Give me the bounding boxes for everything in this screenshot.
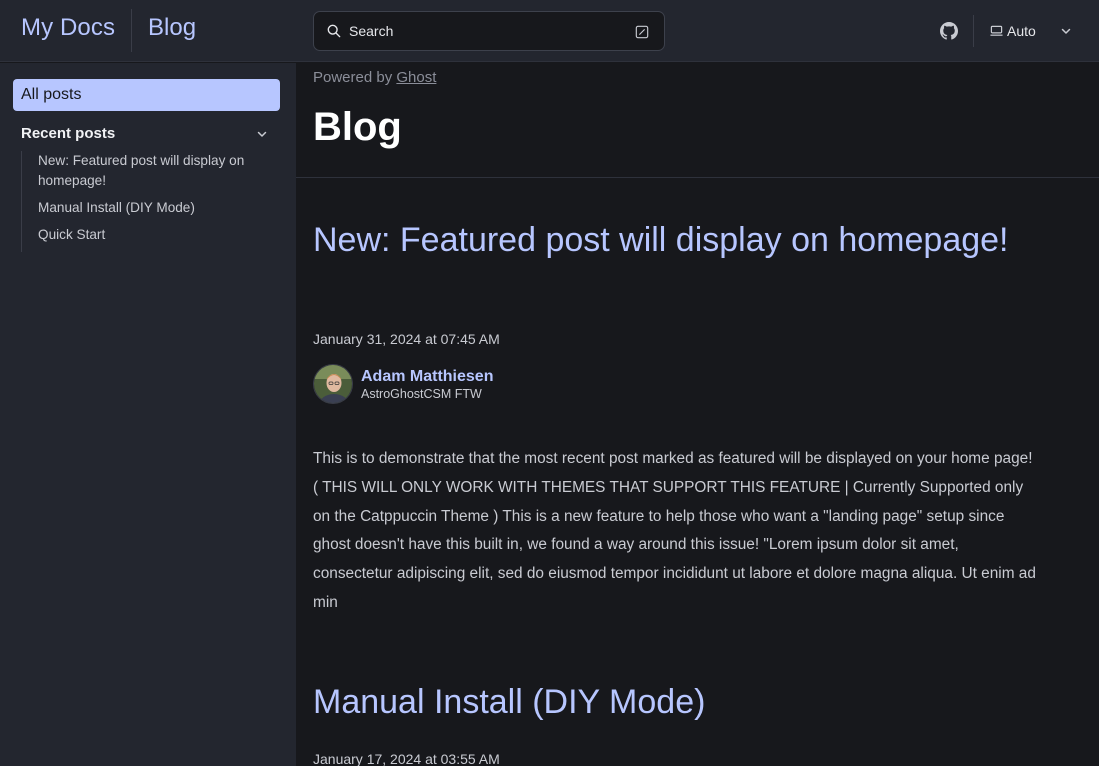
blog-link[interactable]: Blog [148, 14, 196, 42]
theme-select-value: Auto [1007, 23, 1036, 39]
recent-posts-heading: Recent posts [21, 125, 116, 142]
ghost-link[interactable]: Ghost [396, 69, 436, 86]
author-bio: AstroGhostCSM FTW [361, 387, 482, 401]
theme-select[interactable]: Auto [990, 19, 1080, 43]
header-divider [973, 15, 974, 47]
title-divider [296, 177, 1099, 178]
chevron-down-icon [1061, 28, 1071, 34]
site-title-link[interactable]: My Docs [21, 14, 115, 42]
header-divider [131, 9, 132, 52]
sidebar-item-featured-post[interactable]: New: Featured post will display on homep… [22, 151, 276, 191]
main-content: Powered by Ghost Blog New: Featured post… [296, 63, 1099, 766]
avatar [313, 364, 353, 404]
post-date: January 17, 2024 at 03:55 AM [313, 751, 500, 766]
monitor-icon [990, 25, 1003, 36]
search-button[interactable]: Search [313, 11, 665, 51]
powered-by: Powered by Ghost [313, 69, 436, 86]
recent-posts-list: New: Featured post will display on homep… [21, 151, 276, 252]
top-header: My Docs Blog Search Auto [0, 0, 1099, 62]
sidebar: All posts Recent posts New: Featured pos… [0, 63, 296, 766]
post-date: January 31, 2024 at 07:45 AM [313, 331, 500, 347]
sidebar-item-all-posts[interactable]: All posts [13, 79, 280, 111]
post-title-link[interactable]: Manual Install (DIY Mode) [313, 682, 1033, 723]
sidebar-item-label: All posts [21, 86, 82, 103]
search-label: Search [349, 23, 394, 39]
post-title-link[interactable]: New: Featured post will display on homep… [313, 220, 1033, 261]
chevron-down-icon [257, 131, 267, 137]
post-excerpt: This is to demonstrate that the most rec… [313, 450, 1036, 611]
page-title: Blog [313, 105, 402, 149]
sidebar-item-quick-start[interactable]: Quick Start [22, 225, 276, 245]
author-card[interactable]: Adam Matthiesen AstroGhostCSM FTW [313, 364, 613, 404]
kbd-slash-icon [635, 25, 649, 39]
sidebar-item-manual-install[interactable]: Manual Install (DIY Mode) [22, 198, 276, 218]
author-name: Adam Matthiesen [361, 368, 494, 385]
powered-by-prefix: Powered by [313, 69, 393, 86]
search-icon [327, 24, 341, 38]
github-icon[interactable] [940, 22, 958, 40]
recent-posts-toggle[interactable]: Recent posts [21, 124, 276, 146]
